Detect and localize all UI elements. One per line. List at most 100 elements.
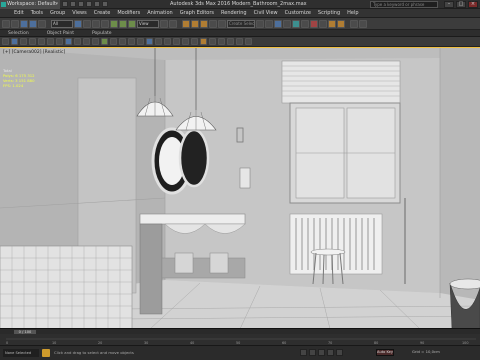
tool-icon[interactable] <box>29 38 36 45</box>
save-file-icon[interactable] <box>78 1 84 7</box>
undo-button[interactable] <box>2 19 10 28</box>
tool-icon[interactable] <box>209 38 216 45</box>
select-by-name-icon[interactable] <box>83 19 91 28</box>
workspace-selector[interactable]: Workspace: Default ▾ <box>0 0 60 9</box>
tool-icon[interactable] <box>245 38 252 45</box>
align-icon[interactable] <box>265 19 273 28</box>
schematic-view-icon[interactable] <box>301 19 309 28</box>
menu-tools[interactable]: Tools <box>31 10 43 16</box>
select-object-icon[interactable] <box>74 19 82 28</box>
menu-help[interactable]: Help <box>347 10 358 16</box>
menu-group[interactable]: Group <box>50 10 65 16</box>
tool-icon[interactable] <box>65 38 72 45</box>
select-and-rotate-icon[interactable] <box>119 19 127 28</box>
tool-icon[interactable] <box>110 38 117 45</box>
reference-coordinate-dropdown[interactable]: View <box>137 19 159 28</box>
ribbon-tab-object-paint[interactable]: Object Paint <box>47 31 74 36</box>
material-editor-icon[interactable] <box>310 19 318 28</box>
menu-animation[interactable]: Animation <box>147 10 173 16</box>
render-production-icon[interactable] <box>337 19 345 28</box>
tool-icon[interactable] <box>164 38 171 45</box>
maximize-button[interactable]: □ <box>456 1 466 8</box>
menu-scripting[interactable]: Scripting <box>318 10 340 16</box>
go-to-end-icon[interactable] <box>336 349 343 356</box>
spinner-snap-icon[interactable] <box>209 19 217 28</box>
new-file-icon[interactable] <box>62 1 68 7</box>
search-input[interactable]: Type a keyword or phrase <box>370 1 438 8</box>
tool-icon[interactable] <box>2 38 9 45</box>
percent-snap-icon[interactable] <box>200 19 208 28</box>
tool-icon[interactable] <box>92 38 99 45</box>
window-crossing-icon[interactable] <box>101 19 109 28</box>
next-frame-icon[interactable] <box>327 349 334 356</box>
select-and-move-icon[interactable] <box>110 19 118 28</box>
pivot-center-icon[interactable] <box>160 19 168 28</box>
viewport-label[interactable]: [+] [Camera002] [Realistic] <box>3 50 65 55</box>
tool-icon[interactable] <box>236 38 243 45</box>
menu-customize[interactable]: Customize <box>285 10 311 16</box>
tool-icon[interactable] <box>146 38 153 45</box>
selection-filter-dropdown[interactable]: All <box>51 19 73 28</box>
tool-icon[interactable] <box>38 38 45 45</box>
menu-graph-editors[interactable]: Graph Editors <box>180 10 214 16</box>
angle-snap-icon[interactable] <box>191 19 199 28</box>
redo-button[interactable] <box>11 19 19 28</box>
snap-toggle-icon[interactable] <box>182 19 190 28</box>
auto-key-button[interactable]: Auto Key <box>376 349 394 356</box>
playback-controls <box>300 349 343 356</box>
render-setup-icon[interactable] <box>319 19 327 28</box>
menu-modifiers[interactable]: Modifiers <box>117 10 140 16</box>
a360-render-icon[interactable] <box>350 19 358 28</box>
minimize-button[interactable]: – <box>444 1 454 8</box>
layer-explorer-icon[interactable] <box>274 19 282 28</box>
unlink-icon[interactable] <box>29 19 37 28</box>
track-bar[interactable]: 0 10 20 30 40 50 60 70 80 90 100 <box>0 334 480 346</box>
menu-views[interactable]: Views <box>72 10 86 16</box>
tool-icon[interactable] <box>200 38 207 45</box>
bind-space-warp-icon[interactable] <box>38 19 46 28</box>
mirror-icon[interactable] <box>256 19 264 28</box>
tool-icon[interactable] <box>101 38 108 45</box>
open-file-icon[interactable] <box>70 1 76 7</box>
tool-icon[interactable] <box>83 38 90 45</box>
tool-icon[interactable] <box>155 38 162 45</box>
go-to-start-icon[interactable] <box>300 349 307 356</box>
curve-editor-icon[interactable] <box>292 19 300 28</box>
tool-icon[interactable] <box>137 38 144 45</box>
menu-civil-view[interactable]: Civil View <box>254 10 278 16</box>
tool-icon[interactable] <box>56 38 63 45</box>
tool-icon[interactable] <box>128 38 135 45</box>
tool-icon[interactable] <box>191 38 198 45</box>
tool-icon[interactable] <box>74 38 81 45</box>
tool-icon[interactable] <box>227 38 234 45</box>
project-folder-icon[interactable] <box>102 1 108 7</box>
link-icon[interactable] <box>20 19 28 28</box>
tool-icon[interactable] <box>218 38 225 45</box>
undo-icon[interactable] <box>86 1 92 7</box>
toggle-ribbon-icon[interactable] <box>283 19 291 28</box>
tool-icon[interactable] <box>119 38 126 45</box>
tool-icon[interactable] <box>182 38 189 45</box>
redo-icon[interactable] <box>94 1 100 7</box>
rectangular-selection-icon[interactable] <box>92 19 100 28</box>
tool-icon[interactable] <box>11 38 18 45</box>
menu-rendering[interactable]: Rendering <box>221 10 247 16</box>
edit-named-selection-icon[interactable] <box>218 19 226 28</box>
manipulate-icon[interactable] <box>169 19 177 28</box>
play-icon[interactable] <box>318 349 325 356</box>
named-selection-input[interactable]: Create Selection Se <box>227 19 255 28</box>
ribbon-tab-populate[interactable]: Populate <box>92 31 112 36</box>
menu-create[interactable]: Create <box>94 10 111 16</box>
camera-viewport[interactable]: [+] [Camera002] [Realistic] Total Polys:… <box>0 47 480 328</box>
lock-selection-icon[interactable] <box>42 349 50 357</box>
close-button[interactable]: × <box>468 1 478 8</box>
select-and-scale-icon[interactable] <box>128 19 136 28</box>
tool-icon[interactable] <box>173 38 180 45</box>
tool-icon[interactable] <box>20 38 27 45</box>
tool-icon[interactable] <box>47 38 54 45</box>
ribbon-tab-selection[interactable]: Selection <box>8 31 29 36</box>
toolbar-extra-icon[interactable] <box>359 19 367 28</box>
menu-edit[interactable]: Edit <box>14 10 24 16</box>
rendered-frame-window-icon[interactable] <box>328 19 336 28</box>
previous-frame-icon[interactable] <box>309 349 316 356</box>
